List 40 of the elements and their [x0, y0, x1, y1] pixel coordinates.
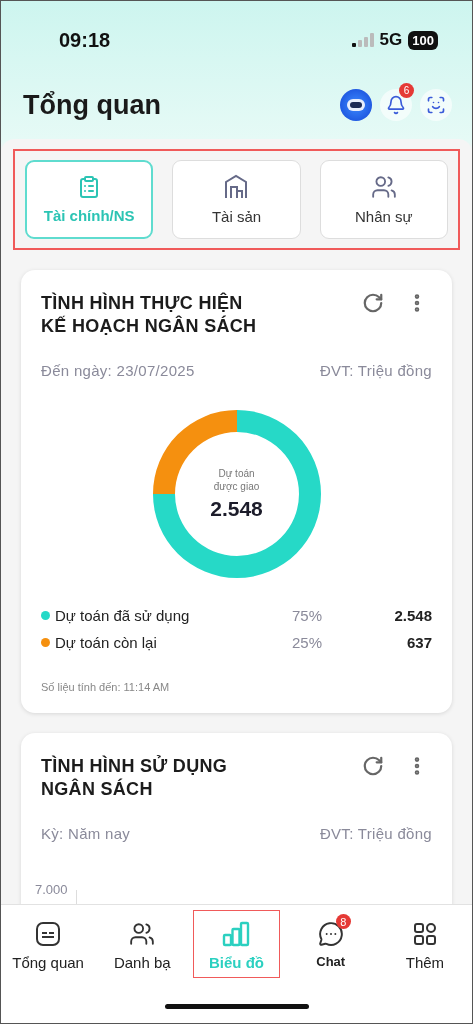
nav-item[interactable]: Thêm [381, 910, 468, 978]
period-label: Kỳ: Năm nay [41, 825, 131, 842]
refresh-icon[interactable] [362, 292, 384, 314]
notification-badge: 6 [399, 83, 414, 98]
nav-item[interactable]: Tổng quan [5, 910, 92, 978]
chat-badge: 8 [335, 914, 351, 929]
legend-value: 2.548 [393, 607, 432, 624]
card-title: TÌNH HÌNH SỬ DỤNG NGÂN SÁCH [41, 755, 229, 801]
dashboard-icon [35, 921, 62, 947]
network-label: 5G [379, 30, 403, 50]
category-tab[interactable]: Nhân sự [319, 160, 448, 239]
center-value: 2.548 [210, 497, 263, 521]
nav-item[interactable]: 8 Chat [287, 910, 374, 976]
legend-label: Dự toán còn lại [55, 634, 157, 651]
status-time: 09:18 [59, 28, 111, 52]
legend-value: 637 [405, 634, 432, 651]
legend-percent: 75% [292, 607, 324, 624]
battery-level: 100 [408, 30, 438, 50]
signal-icon [351, 33, 374, 47]
nav-item[interactable]: Danh bạ [99, 910, 186, 978]
contacts-icon [129, 921, 156, 947]
category-tab[interactable]: Tài sản [172, 160, 301, 239]
building-icon [223, 174, 250, 200]
robot-assistant-icon[interactable] [340, 89, 372, 121]
unit-label: ĐVT: Triệu đồng [319, 825, 432, 842]
refresh-icon[interactable] [362, 755, 384, 777]
center-label: Dự toán được giao [212, 467, 261, 493]
unit-label: ĐVT: Triệu đồng [319, 362, 432, 379]
people-icon [370, 174, 397, 200]
bell-icon [386, 95, 406, 115]
axis-tick-label: 7.000 [35, 882, 68, 897]
legend-percent: 25% [292, 634, 324, 651]
bar-chart-icon [222, 921, 251, 947]
date-label: Đến ngày: 23/07/2025 [41, 362, 195, 379]
data-timestamp: Số liệu tính đến: 11:14 AM [41, 681, 171, 693]
legend-label: Dự toán đã sử dụng [55, 607, 190, 624]
card-title: TÌNH HÌNH THỰC HIỆN KẾ HOẠCH NGÂN SÁCH [41, 292, 258, 338]
page-title: Tổng quan [23, 89, 161, 121]
face-scan-icon[interactable] [420, 89, 452, 121]
grid-icon [412, 922, 437, 946]
